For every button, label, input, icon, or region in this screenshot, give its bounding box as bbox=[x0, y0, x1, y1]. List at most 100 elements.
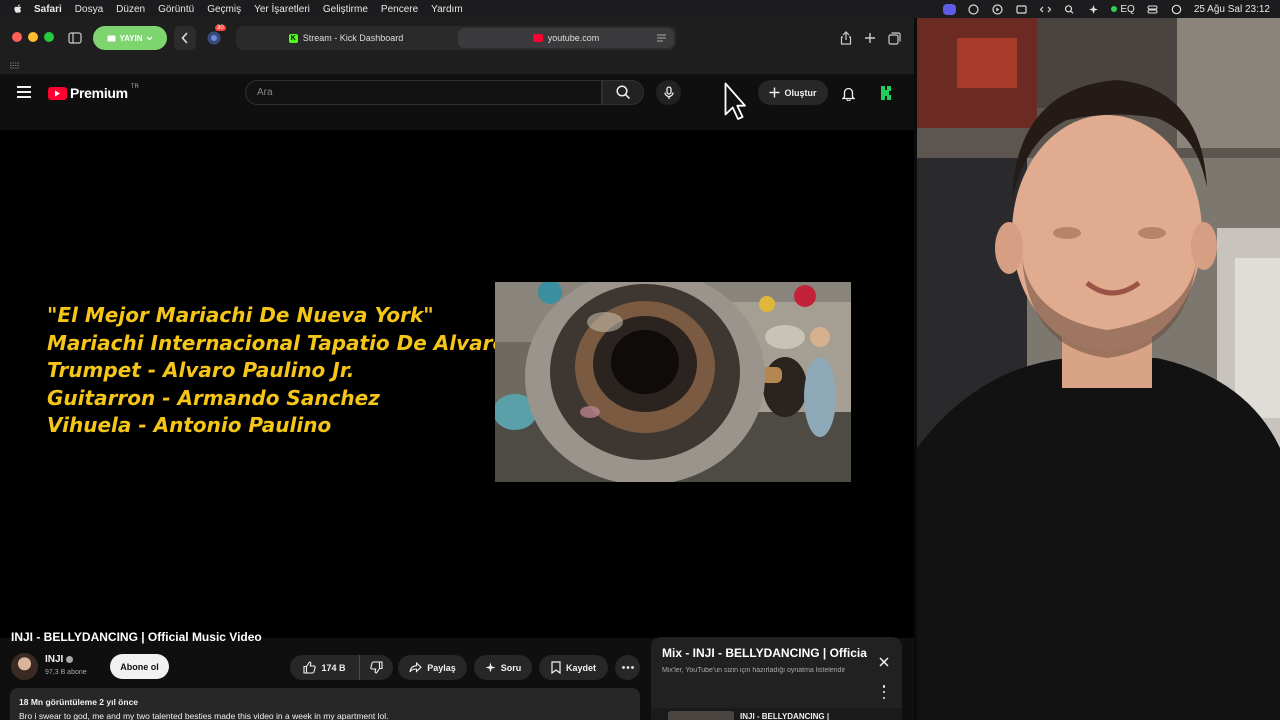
youtube-masthead: Premium TR Ara Oluştur bbox=[0, 75, 914, 113]
search-input[interactable]: Ara bbox=[245, 80, 602, 105]
spotlight-search-icon[interactable] bbox=[1063, 4, 1076, 15]
menu-bar-clock[interactable]: 25 Ağu Sal 23:12 bbox=[1194, 4, 1270, 15]
tab-youtube[interactable]: youtube.com bbox=[458, 28, 674, 48]
kick-icon: K bbox=[288, 33, 298, 43]
share-label: Paylaş bbox=[427, 662, 456, 673]
ask-button[interactable]: Soru bbox=[474, 655, 532, 680]
tab-title: Stream - Kick Dashboard bbox=[302, 33, 404, 43]
microphone-icon bbox=[663, 85, 674, 99]
bell-icon bbox=[841, 87, 855, 101]
mix-playlist-item[interactable]: INJI - BELLYDANCING | bbox=[651, 708, 902, 720]
menu-item-develop[interactable]: Geliştirme bbox=[323, 4, 368, 15]
menu-item-help[interactable]: Yardım bbox=[431, 4, 463, 15]
bookmark-icon bbox=[551, 661, 561, 674]
menu-item-window[interactable]: Pencere bbox=[381, 4, 418, 15]
window-zoom-button[interactable] bbox=[44, 32, 54, 42]
youtube-brand: Premium bbox=[70, 85, 128, 101]
tab-kick-dashboard[interactable]: K Stream - Kick Dashboard bbox=[236, 28, 456, 48]
reader-icon[interactable] bbox=[657, 34, 666, 42]
views-and-age: 18 Mn görüntüleme 2 yıl önce bbox=[19, 697, 139, 707]
eq-label: EQ bbox=[1120, 3, 1135, 15]
back-button[interactable] bbox=[174, 26, 196, 50]
share-button[interactable] bbox=[836, 28, 856, 48]
notifications-button[interactable] bbox=[838, 83, 858, 103]
mix-item-thumbnail bbox=[668, 711, 734, 720]
plus-icon bbox=[865, 33, 875, 43]
menu-item-bookmarks[interactable]: Yer İşaretleri bbox=[254, 4, 310, 15]
save-label: Kaydet bbox=[565, 662, 596, 673]
search-button[interactable] bbox=[602, 80, 644, 105]
new-tab-button[interactable] bbox=[860, 28, 880, 48]
video-player[interactable]: "El Mejor Mariachi De Nueva York" Mariac… bbox=[0, 130, 914, 638]
favorites-grid-icon[interactable] bbox=[10, 62, 20, 69]
create-button[interactable]: Oluştur bbox=[758, 80, 828, 105]
favorites-bar bbox=[0, 58, 914, 75]
channel-avatar[interactable] bbox=[11, 653, 38, 680]
safari-profile-button[interactable]: YAYIN bbox=[93, 26, 167, 50]
menu-bar-status-area: EQ 25 Ağu Sal 23:12 bbox=[943, 0, 1270, 18]
sparkle-icon bbox=[485, 662, 496, 673]
video-title: INJI - BELLYDANCING | Official Music Vid… bbox=[11, 630, 262, 644]
like-button[interactable]: 174 B bbox=[290, 655, 360, 680]
mix-item-title: INJI - BELLYDANCING | bbox=[740, 712, 830, 720]
menu-item-history[interactable]: Geçmiş bbox=[207, 4, 241, 15]
tab-overview-button[interactable] bbox=[884, 28, 904, 48]
close-icon[interactable] bbox=[877, 655, 891, 669]
menu-item-view[interactable]: Görüntü bbox=[158, 4, 194, 15]
window-minimize-button[interactable] bbox=[28, 32, 38, 42]
like-count: 174 B bbox=[321, 662, 346, 673]
like-dislike-group: 174 B bbox=[290, 655, 393, 680]
share-icon bbox=[840, 31, 852, 45]
code-icon[interactable] bbox=[1039, 4, 1052, 15]
video-frame-trumpet bbox=[495, 282, 851, 482]
guide-menu-icon[interactable] bbox=[17, 86, 31, 98]
dislike-button[interactable] bbox=[360, 655, 393, 680]
description-box[interactable]: 18 Mn görüntüleme 2 yıl önce Bro i swear… bbox=[10, 688, 640, 720]
apple-menu-icon[interactable] bbox=[12, 3, 24, 15]
mouse-pointer-icon bbox=[724, 82, 746, 125]
more-actions-button[interactable] bbox=[615, 655, 640, 680]
channel-name-link[interactable]: INJI bbox=[45, 654, 74, 665]
eq-status-dot bbox=[1111, 6, 1118, 12]
sparkle-icon[interactable] bbox=[1087, 4, 1100, 15]
window-close-button[interactable] bbox=[12, 32, 22, 42]
kick-channel-avatar-icon bbox=[881, 86, 891, 100]
share-video-button[interactable]: Paylaş bbox=[398, 655, 467, 680]
ask-label: Soru bbox=[500, 662, 522, 673]
chevron-down-icon bbox=[147, 36, 153, 40]
control-center-icon[interactable] bbox=[1146, 4, 1159, 15]
verified-badge-icon bbox=[66, 656, 74, 663]
menu-item-edit[interactable]: Düzen bbox=[116, 4, 145, 15]
save-button[interactable]: Kaydet bbox=[539, 655, 608, 680]
stage-manager-icon[interactable] bbox=[943, 3, 957, 15]
voice-search-button[interactable] bbox=[656, 80, 681, 105]
focus-icon[interactable] bbox=[1170, 4, 1183, 15]
mix-playlist-panel: Mix - INJI - BELLYDANCING | Official Mus… bbox=[651, 637, 902, 720]
description-text: Bro i swear to god, me and my two talent… bbox=[19, 711, 389, 720]
search-icon bbox=[615, 85, 630, 100]
mix-title[interactable]: Mix - INJI - BELLYDANCING | Official Mus… bbox=[662, 646, 867, 660]
sidebar-icon bbox=[68, 32, 82, 44]
more-vertical-icon[interactable] bbox=[880, 685, 888, 699]
menu-app-name[interactable]: Safari bbox=[34, 4, 62, 15]
sidebar-toggle-button[interactable] bbox=[65, 28, 85, 48]
region-code: TR bbox=[130, 84, 139, 90]
account-avatar[interactable] bbox=[876, 83, 896, 103]
channel-name: INJI bbox=[45, 654, 64, 665]
play-circle-icon[interactable] bbox=[991, 3, 1004, 15]
plus-icon bbox=[769, 87, 780, 98]
menu-extra-icon[interactable] bbox=[1015, 4, 1028, 15]
profile-icon bbox=[107, 35, 115, 41]
safari-window: YAYIN 30 K Stream - Kick Dashboard youtu… bbox=[0, 18, 914, 720]
youtube-icon bbox=[532, 34, 543, 42]
safari-toolbar: YAYIN 30 K Stream - Kick Dashboard youtu… bbox=[0, 18, 914, 58]
youtube-logo[interactable]: Premium TR bbox=[48, 84, 139, 101]
audio-icon[interactable] bbox=[967, 3, 980, 15]
menu-item-file[interactable]: Dosya bbox=[75, 4, 103, 15]
search-placeholder: Ara bbox=[257, 87, 273, 98]
webcam-feed bbox=[917, 18, 1280, 720]
eq-status[interactable]: EQ bbox=[1111, 3, 1135, 15]
chevron-left-icon bbox=[181, 32, 188, 44]
subscribe-button[interactable]: Abone ol bbox=[110, 654, 169, 679]
create-label: Oluştur bbox=[784, 87, 817, 98]
